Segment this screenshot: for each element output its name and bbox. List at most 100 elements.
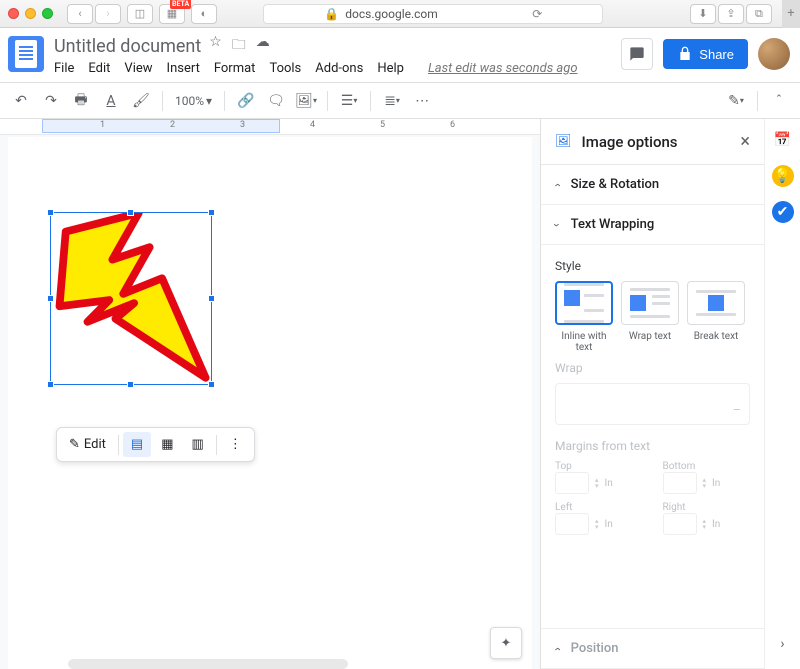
style-break-option[interactable]: Break text bbox=[687, 281, 745, 353]
menu-edit[interactable]: Edit bbox=[88, 61, 110, 76]
downloads-button[interactable]: ⬇ bbox=[690, 4, 716, 24]
share-label: Share bbox=[699, 47, 734, 62]
editing-mode-button[interactable]: ✎▾ bbox=[723, 88, 749, 114]
redo-button[interactable]: ↷ bbox=[38, 88, 64, 114]
menu-view[interactable]: View bbox=[124, 61, 152, 76]
hide-rail-button[interactable]: › bbox=[772, 633, 794, 655]
lightning-bolt-image[interactable] bbox=[51, 213, 211, 384]
section-position[interactable]: › Position bbox=[541, 628, 764, 669]
beta-badge: BETA bbox=[170, 0, 191, 9]
lock-icon: 🔒 bbox=[324, 7, 339, 21]
page[interactable]: ✎Edit ▤ ▦ ▥ ⋮ ✦ bbox=[8, 137, 532, 669]
share-button[interactable]: Share bbox=[663, 39, 748, 69]
wrap-inline-button[interactable]: ▤ bbox=[123, 432, 151, 457]
link-button[interactable]: 🔗 bbox=[233, 88, 259, 114]
main-area: 1 2 3 4 5 6 ✎Edit bbox=[0, 119, 800, 669]
forward-button[interactable]: › bbox=[95, 4, 121, 24]
resize-handle[interactable] bbox=[127, 381, 134, 388]
resize-handle[interactable] bbox=[208, 381, 215, 388]
insert-image-button[interactable]: 🖼▾ bbox=[293, 88, 319, 114]
move-icon[interactable]: 🗀 bbox=[232, 34, 246, 58]
horizontal-scrollbar[interactable] bbox=[68, 659, 348, 669]
lock-icon bbox=[677, 46, 693, 62]
document-canvas[interactable]: 1 2 3 4 5 6 ✎Edit bbox=[0, 119, 540, 669]
menu-addons[interactable]: Add-ons bbox=[315, 61, 363, 76]
docs-logo[interactable] bbox=[8, 36, 44, 72]
margins-label: Margins from text bbox=[555, 439, 750, 453]
undo-button[interactable]: ↶ bbox=[8, 88, 34, 114]
calendar-addon-icon[interactable]: 📅 bbox=[772, 129, 794, 151]
back-button[interactable]: ‹ bbox=[67, 4, 93, 24]
section-size-rotation[interactable]: › Size & Rotation bbox=[541, 165, 764, 205]
explore-button[interactable]: ✦ bbox=[490, 627, 522, 659]
wrap-select: – bbox=[555, 383, 750, 425]
resize-handle[interactable] bbox=[47, 209, 54, 216]
menu-bar: File Edit View Insert Format Tools Add-o… bbox=[54, 58, 611, 82]
resize-handle[interactable] bbox=[208, 295, 215, 302]
address-bar[interactable]: 🔒 docs.google.com ⟳ bbox=[263, 4, 603, 24]
minimize-window-button[interactable] bbox=[25, 8, 36, 19]
chevron-right-icon: › bbox=[550, 647, 564, 651]
image-overflow-button[interactable]: ⋮ bbox=[221, 432, 250, 457]
align-button[interactable]: ☰▾ bbox=[336, 88, 362, 114]
document-header: Untitled document ☆ 🗀 ☁ File Edit View I… bbox=[0, 28, 800, 83]
chevron-down-icon: › bbox=[550, 223, 564, 227]
horizontal-ruler[interactable]: 1 2 3 4 5 6 bbox=[0, 119, 540, 135]
zoom-select[interactable]: 100% ▾ bbox=[171, 94, 216, 108]
star-icon[interactable]: ☆ bbox=[209, 34, 222, 58]
wrap-text-button[interactable]: ▦ bbox=[153, 432, 181, 457]
panel-title: Image options bbox=[582, 133, 731, 151]
margin-right-field: ▴▾In bbox=[663, 513, 751, 535]
margin-left-field: ▴▾In bbox=[555, 513, 643, 535]
spellcheck-button[interactable]: A bbox=[98, 88, 124, 114]
close-panel-button[interactable]: × bbox=[740, 131, 750, 152]
cloud-icon[interactable]: ☁ bbox=[256, 34, 270, 58]
margin-bottom-field: ▴▾In bbox=[663, 472, 751, 494]
new-tab-button[interactable]: + bbox=[782, 0, 800, 28]
image-selection[interactable] bbox=[50, 212, 212, 385]
margin-top-field: ▴▾In bbox=[555, 472, 643, 494]
menu-tools[interactable]: Tools bbox=[269, 61, 301, 76]
more-button[interactable]: ⋯ bbox=[409, 88, 435, 114]
chevron-right-icon: › bbox=[550, 183, 564, 187]
menu-insert[interactable]: Insert bbox=[167, 61, 200, 76]
chevron-down-icon: ▾ bbox=[206, 94, 212, 108]
tasks-addon-icon[interactable]: ✔ bbox=[772, 201, 794, 223]
style-label: Style bbox=[555, 259, 750, 273]
account-avatar[interactable] bbox=[758, 38, 790, 70]
menu-file[interactable]: File bbox=[54, 61, 74, 76]
wrap-break-button[interactable]: ▥ bbox=[184, 432, 212, 457]
line-spacing-button[interactable]: ≣▾ bbox=[379, 88, 405, 114]
last-edit-info[interactable]: Last edit was seconds ago bbox=[428, 61, 578, 76]
resize-handle[interactable] bbox=[127, 209, 134, 216]
comments-button[interactable] bbox=[621, 38, 653, 70]
paint-format-button[interactable]: 🖌 bbox=[128, 88, 154, 114]
menu-format[interactable]: Format bbox=[214, 61, 256, 76]
resize-handle[interactable] bbox=[47, 295, 54, 302]
menu-help[interactable]: Help bbox=[377, 61, 404, 76]
image-icon: 🖼 bbox=[555, 134, 572, 149]
style-wrap-option[interactable]: Wrap text bbox=[621, 281, 679, 353]
resize-handle[interactable] bbox=[47, 381, 54, 388]
extension-button[interactable]: ▦ BETA bbox=[159, 4, 185, 24]
document-title[interactable]: Untitled document bbox=[54, 36, 201, 57]
tabs-button[interactable]: ⧉ bbox=[746, 4, 772, 24]
resize-handle[interactable] bbox=[208, 209, 215, 216]
side-addons-rail: 📅 💡 ✔ › bbox=[764, 119, 800, 669]
close-window-button[interactable] bbox=[8, 8, 19, 19]
collapse-toolbar-button[interactable]: ˆ bbox=[766, 88, 792, 114]
reader-button[interactable]: ◐ bbox=[191, 4, 217, 24]
refresh-icon[interactable]: ⟳ bbox=[532, 7, 542, 21]
comment-icon bbox=[629, 46, 645, 62]
add-comment-button[interactable]: 🗨 bbox=[263, 88, 289, 114]
section-text-wrapping[interactable]: › Text Wrapping bbox=[541, 205, 764, 245]
edit-image-button[interactable]: ✎Edit bbox=[61, 432, 114, 457]
print-button[interactable]: 🖶 bbox=[68, 88, 94, 114]
maximize-window-button[interactable] bbox=[42, 8, 53, 19]
wrap-label: Wrap bbox=[555, 361, 750, 375]
keep-addon-icon[interactable]: 💡 bbox=[772, 165, 794, 187]
share-browser-button[interactable]: ⇪ bbox=[718, 4, 744, 24]
style-inline-option[interactable]: Inline with text bbox=[555, 281, 613, 353]
browser-toolbar: ‹ › ◫ ▦ BETA ◐ 🔒 docs.google.com ⟳ ⬇ ⇪ ⧉… bbox=[0, 0, 800, 28]
sidebar-toggle[interactable]: ◫ bbox=[127, 4, 153, 24]
